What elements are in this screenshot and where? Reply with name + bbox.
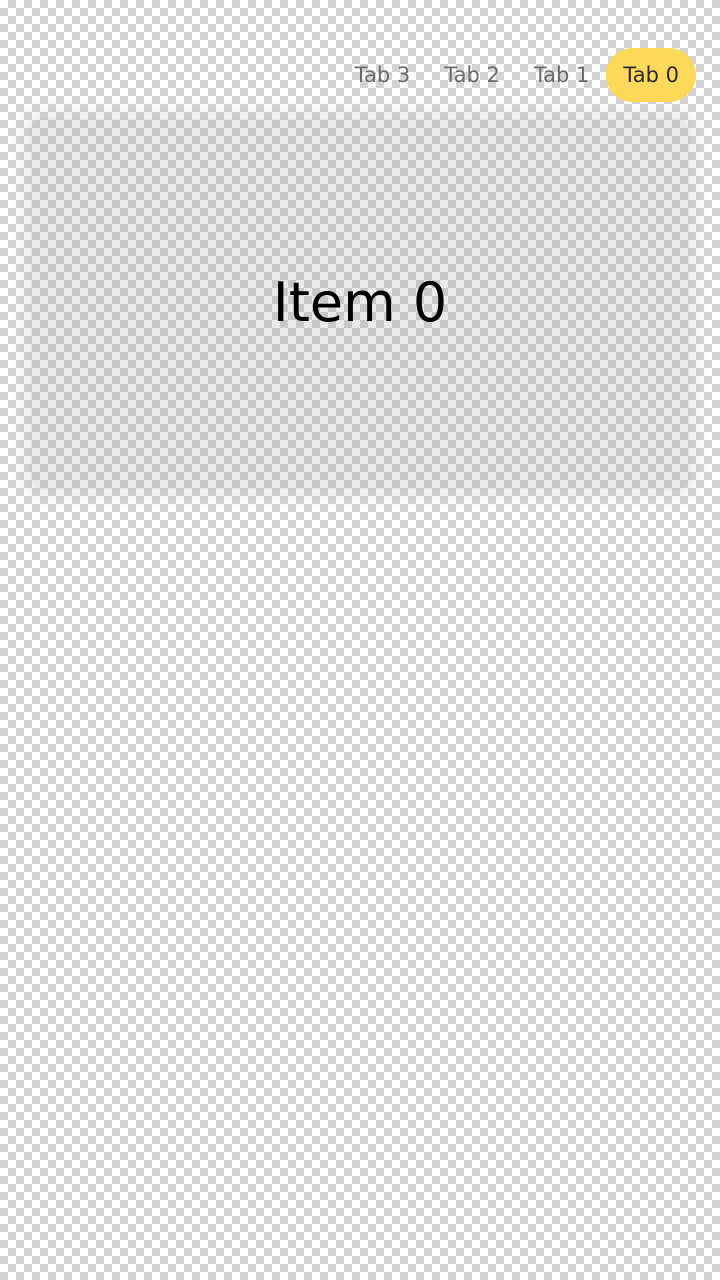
item-title: Item 0 [272, 271, 448, 334]
tab-bar: Tab 3 Tab 2 Tab 1 Tab 0 [338, 48, 696, 102]
tab-1[interactable]: Tab 1 [517, 48, 607, 102]
tab-0[interactable]: Tab 0 [606, 48, 696, 102]
tab-2[interactable]: Tab 2 [427, 48, 517, 102]
tab-3[interactable]: Tab 3 [338, 48, 428, 102]
